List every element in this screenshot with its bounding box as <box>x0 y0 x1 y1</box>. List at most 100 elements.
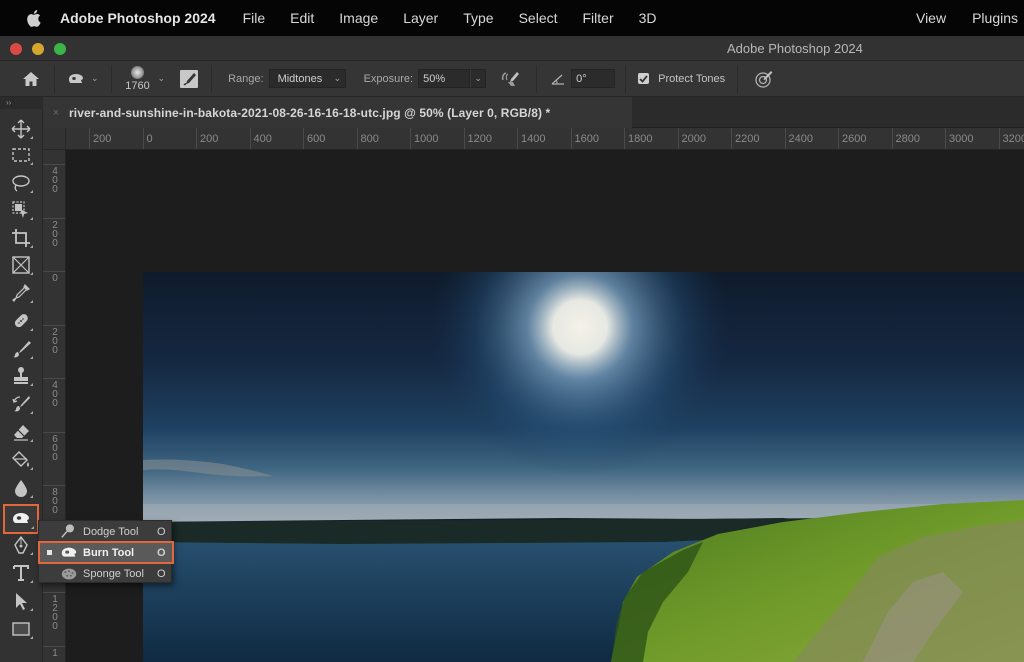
photoshop-screen: Adobe Photoshop 2024 File Edit Image Lay… <box>0 0 1024 662</box>
menu-3d[interactable]: 3D <box>639 10 657 26</box>
flyout-item-sponge-tool[interactable]: Sponge Tool O <box>39 563 173 584</box>
ruler-tick: 3200 <box>998 128 1024 149</box>
exposure-label: Exposure: <box>363 72 414 85</box>
object-selection-tool[interactable] <box>6 197 36 223</box>
protect-tones-label[interactable]: Protect Tones <box>658 73 725 85</box>
pen-tool[interactable] <box>6 532 36 558</box>
ruler-tick-label: 3200 <box>1002 133 1024 145</box>
home-button[interactable] <box>20 71 42 87</box>
brush-preset-picker[interactable]: 1760 ⌄ <box>124 65 165 92</box>
burn-tool-icon <box>69 73 83 83</box>
flyout-item-burn-tool[interactable]: Burn Tool O <box>38 541 174 564</box>
pressure-size-button[interactable] <box>754 69 774 89</box>
menu-image[interactable]: Image <box>339 10 378 26</box>
rectangular-marquee-tool[interactable] <box>6 142 36 168</box>
paint-bucket-icon <box>12 451 29 467</box>
ruler-tick: 2200 <box>731 128 759 149</box>
separator <box>536 64 538 93</box>
ruler-tick-label: 1200 <box>52 594 58 632</box>
tool-preset-picker[interactable]: ⌄ <box>67 72 99 86</box>
ruler-tick: 1200 <box>463 128 492 149</box>
type-tool[interactable] <box>6 560 36 586</box>
window-close-button[interactable] <box>10 43 22 55</box>
toning-tools-flyout: Dodge Tool O Burn Tool O Sponge Tool O <box>38 520 174 584</box>
ruler-tick-label: 200 <box>52 326 58 356</box>
ruler-tick: 1400 <box>517 128 545 149</box>
blur-tool[interactable] <box>6 475 36 501</box>
flyout-item-dodge-tool[interactable]: Dodge Tool O <box>39 521 173 542</box>
chevron-down-icon: ⌄ <box>474 73 482 83</box>
document-tab-bar: × river-and-sunshine-in-bakota-2021-08-2… <box>43 97 1024 128</box>
horizontal-ruler[interactable]: 200 0 200 400 600 800 1000 1200 1400 1600 1800 2000… <box>66 128 1024 150</box>
airbrush-button[interactable] <box>500 70 522 88</box>
menu-select[interactable]: Select <box>519 10 558 26</box>
lasso-tool[interactable] <box>6 170 36 196</box>
more-tools-indicator <box>30 190 33 193</box>
ruler-origin[interactable] <box>43 128 66 150</box>
frame-icon <box>12 256 30 274</box>
canvas-area[interactable] <box>66 150 1024 662</box>
more-tools-indicator <box>30 356 33 359</box>
more-tools-indicator <box>30 636 33 639</box>
path-selection-tool[interactable] <box>6 588 36 614</box>
history-brush-tool[interactable] <box>6 391 36 417</box>
eyedropper-tool[interactable] <box>6 280 36 306</box>
ruler-tick: 1200 <box>43 592 65 632</box>
rectangle-icon <box>12 622 30 636</box>
document-image[interactable] <box>143 272 1024 662</box>
burn-tool[interactable] <box>3 504 39 534</box>
brush-tool[interactable] <box>6 336 36 362</box>
more-tools-indicator <box>30 608 33 611</box>
flyout-item-label: Sponge Tool <box>83 567 144 580</box>
menu-view[interactable]: View <box>916 10 946 26</box>
brush-settings-button[interactable] <box>179 69 199 89</box>
more-tools-indicator <box>30 439 33 442</box>
apple-menu-icon[interactable] <box>24 8 42 28</box>
flyout-item-shortcut: O <box>157 546 166 559</box>
angle-input[interactable]: 0° <box>571 69 616 88</box>
pen-pressure-icon <box>755 70 773 88</box>
spot-healing-brush-tool[interactable] <box>6 308 36 334</box>
clone-stamp-tool[interactable] <box>6 363 36 389</box>
move-tool[interactable] <box>6 116 36 142</box>
menu-edit[interactable]: Edit <box>290 10 314 26</box>
window-minimize-button[interactable] <box>32 43 44 55</box>
panel-collapse-button[interactable]: ›› <box>0 97 43 109</box>
brush-settings-icon <box>180 69 199 88</box>
history-brush-icon <box>12 396 30 412</box>
ruler-tick-label: 2000 <box>681 133 706 145</box>
brush-size-value: 1760 <box>125 79 150 92</box>
crop-tool[interactable] <box>6 225 36 251</box>
app-name-menu[interactable]: Adobe Photoshop 2024 <box>60 10 216 26</box>
separator <box>625 64 627 93</box>
vertical-ruler[interactable]: 4002000200400600800100012001 <box>43 150 66 662</box>
macos-menubar: Adobe Photoshop 2024 File Edit Image Lay… <box>0 0 1024 36</box>
rectangle-tool[interactable] <box>6 616 36 642</box>
flyout-item-shortcut: O <box>157 525 166 538</box>
more-tools-indicator <box>30 217 33 220</box>
tab-close-icon[interactable]: × <box>43 107 69 119</box>
ruler-tick: 400 <box>43 378 65 409</box>
document-tab[interactable]: × river-and-sunshine-in-bakota-2021-08-2… <box>43 97 632 128</box>
path-selection-icon <box>16 593 27 610</box>
ruler-tick: 1000 <box>410 128 438 149</box>
range-select[interactable]: Midtones ⌄ <box>268 69 346 88</box>
more-tools-indicator <box>30 552 33 555</box>
paint-bucket-tool[interactable] <box>6 447 36 473</box>
ruler-tick-label: 400 <box>52 166 58 195</box>
exposure-dropdown-button[interactable]: ⌄ <box>470 69 487 88</box>
window-maximize-button[interactable] <box>54 43 66 55</box>
menu-layer[interactable]: Layer <box>403 10 438 26</box>
exposure-input[interactable]: 50% <box>418 69 471 88</box>
window-titlebar: Adobe Photoshop 2024 <box>0 36 1024 61</box>
menu-file[interactable]: File <box>243 10 266 26</box>
angle-icon-wrap <box>551 73 565 85</box>
menu-type[interactable]: Type <box>463 10 493 26</box>
menu-filter[interactable]: Filter <box>583 10 614 26</box>
protect-tones-checkbox[interactable] <box>638 73 650 84</box>
frame-tool[interactable] <box>6 252 36 278</box>
flyout-item-shortcut: O <box>157 567 166 580</box>
menu-plugins[interactable]: Plugins <box>972 10 1018 26</box>
sponge-icon <box>59 565 79 583</box>
eraser-tool[interactable] <box>6 419 36 445</box>
